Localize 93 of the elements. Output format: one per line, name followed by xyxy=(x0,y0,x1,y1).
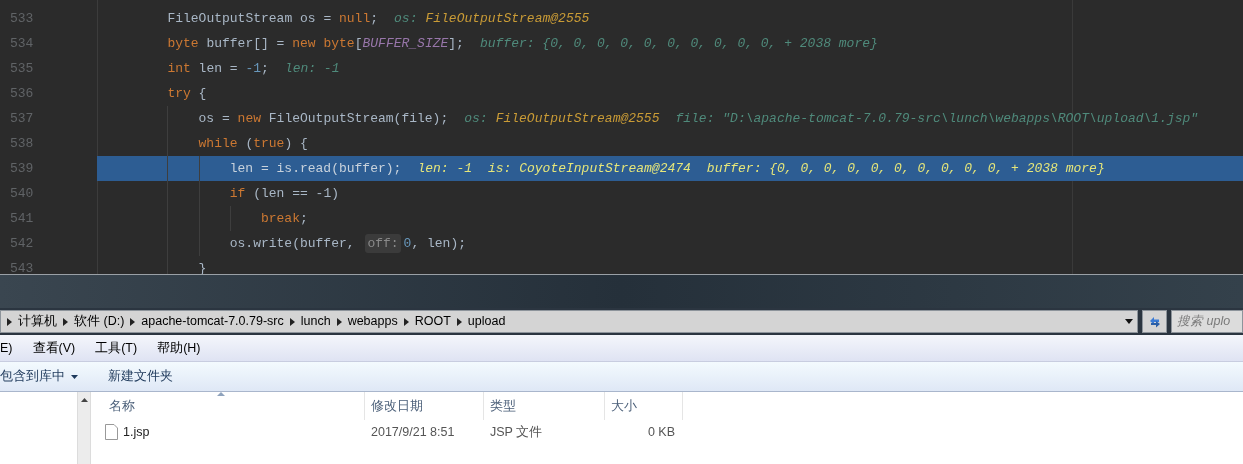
column-header[interactable]: 名称 xyxy=(91,392,365,420)
constant-name: BUFFER_SIZE xyxy=(362,34,449,53)
inline-value-hint: "D:\apache-tomcat-7.0.79-src\lunch\webapps\ROOT\upload\1.jsp" xyxy=(722,109,1199,128)
dropdown-arrow-icon[interactable] xyxy=(1125,319,1133,324)
parameter-hint: off: xyxy=(365,233,401,254)
line-number: 533 xyxy=(9,9,35,28)
file-icon xyxy=(105,424,118,440)
line-number: 534 xyxy=(9,34,35,53)
number-literal: -1 xyxy=(245,59,261,78)
code-text: ; xyxy=(261,59,269,78)
line-number: 539 xyxy=(9,159,35,178)
line-number: 541 xyxy=(9,209,35,228)
breadcrumb-arrow-icon[interactable] xyxy=(130,317,136,326)
inline-value-hint: file: xyxy=(675,109,715,128)
keyword: byte xyxy=(323,34,355,53)
refresh-button[interactable] xyxy=(1142,310,1167,333)
code-text: os = xyxy=(198,109,231,128)
inline-value-hint: FileOutputStream@2555 xyxy=(495,109,660,128)
breadcrumb-item[interactable]: lunch xyxy=(300,312,331,331)
code-text: len = is.read(buffer); xyxy=(229,159,402,178)
column-header[interactable]: 修改日期 xyxy=(365,392,484,420)
inline-value-hint: len: -1 xyxy=(284,59,340,78)
breadcrumb-item[interactable]: ROOT xyxy=(414,312,451,331)
line-number: 542 xyxy=(9,234,35,253)
breadcrumb-arrow-icon[interactable] xyxy=(63,317,68,326)
code-text: [ xyxy=(354,34,363,53)
line-number: 540 xyxy=(9,184,35,203)
breadcrumb-item[interactable]: 软件 (D:) xyxy=(74,312,125,331)
breadcrumb-arrow-icon[interactable] xyxy=(456,317,462,326)
keyword: break xyxy=(260,209,300,228)
keyword: byte xyxy=(167,34,199,53)
file-size: 0 KB xyxy=(646,423,676,441)
line-number: 536 xyxy=(9,84,35,103)
code-text: ; xyxy=(299,209,308,228)
keyword: while xyxy=(198,134,238,153)
line-number: 538 xyxy=(9,134,35,153)
line-number: 543 xyxy=(9,259,35,274)
code-text: ( xyxy=(245,134,254,153)
breadcrumb-arrow-icon[interactable] xyxy=(289,317,295,326)
menu-item[interactable]: 查看(V) xyxy=(32,338,76,358)
code-text: { xyxy=(198,84,207,103)
code-text: os.write(buffer, xyxy=(229,234,356,253)
inline-value-hint: len: -1 xyxy=(417,159,472,178)
code-text: FileOutputStream os = xyxy=(167,9,333,28)
code-text: FileOutputStream(file); xyxy=(268,109,449,128)
number-literal: 0 xyxy=(403,234,412,253)
code-text: (len == -1) xyxy=(253,184,339,203)
code-text: ) { xyxy=(284,134,308,153)
line-number: 537 xyxy=(9,109,35,128)
keyword: if xyxy=(229,184,246,203)
keyword: int xyxy=(167,59,191,78)
line-number: 535 xyxy=(9,59,35,78)
breadcrumb-arrow-icon[interactable] xyxy=(403,317,409,326)
menu-item[interactable]: 工具(T) xyxy=(95,338,138,358)
keyword: new xyxy=(237,109,261,128)
menu-item[interactable]: 帮助(H) xyxy=(157,338,201,358)
search-placeholder: 搜索 uplo xyxy=(1177,313,1231,331)
address-bar[interactable]: 计算机 软件 (D:) apache-tomcat-7.0.79-src lunch webapps ROOT upload xyxy=(0,310,1138,333)
inline-value-hint: is: CoyoteInputStream@2474 xyxy=(488,159,691,178)
breadcrumb-arrow-icon[interactable] xyxy=(7,317,12,326)
code-text: buffer[] = xyxy=(206,34,286,53)
breadcrumb-item[interactable]: 计算机 xyxy=(18,312,57,331)
sort-arrow-icon xyxy=(217,392,225,396)
toolbar-button[interactable]: 包含到库中 xyxy=(0,362,100,391)
code-text: len = xyxy=(198,59,239,78)
menu-item[interactable]: E) xyxy=(0,338,13,358)
breadcrumb-item[interactable]: webapps xyxy=(347,312,398,331)
keyword: try xyxy=(167,84,191,103)
code-text: ]; xyxy=(448,34,464,53)
keyword: true xyxy=(253,134,285,153)
inline-value-hint: buffer: {0, 0, 0, 0, 0, 0, 0, 0, 0, 0, + 2038 more} xyxy=(706,159,1105,178)
inline-value-hint: os: xyxy=(394,9,418,28)
file-name[interactable]: 1.jsp xyxy=(123,422,150,442)
code-text: ; xyxy=(370,9,379,28)
scrollbar[interactable] xyxy=(77,392,91,464)
toolbar-button[interactable]: 新建文件夹 xyxy=(100,362,181,391)
breadcrumb-arrow-icon[interactable] xyxy=(336,317,342,326)
file-modified: 2017/9/21 8:51 xyxy=(370,423,456,441)
code-text: , len); xyxy=(411,234,466,253)
column-header[interactable]: 大小 xyxy=(605,392,683,420)
scroll-up-icon[interactable] xyxy=(80,398,88,402)
file-type: JSP 文件 xyxy=(489,423,544,441)
inline-value-hint: {0, 0, 0, 0, 0, 0, 0, 0, 0, 0, + 2038 more} xyxy=(542,34,878,53)
keyword: new xyxy=(292,34,316,53)
column-header[interactable]: 类型 xyxy=(484,392,605,420)
keyword: null xyxy=(339,9,371,28)
dropdown-arrow-icon xyxy=(71,374,78,379)
code-text: } xyxy=(198,259,207,274)
inline-value-hint: os: xyxy=(464,109,488,128)
inline-value-hint: buffer: xyxy=(479,34,535,53)
inline-value-hint: FileOutputStream@2555 xyxy=(425,9,590,28)
breadcrumb-item[interactable]: apache-tomcat-7.0.79-src xyxy=(141,312,284,331)
breadcrumb-item[interactable]: upload xyxy=(467,312,506,331)
